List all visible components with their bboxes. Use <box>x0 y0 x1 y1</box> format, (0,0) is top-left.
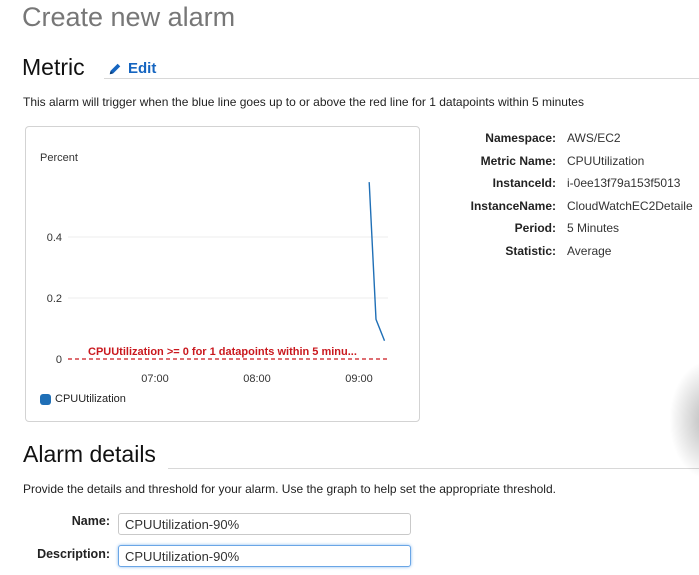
threshold-label: CPUUtilization >= 0 for 1 datapoints wit… <box>88 346 357 358</box>
detail-key: Statistic: <box>505 243 556 258</box>
detail-row: Namespace: AWS/EC2 <box>448 131 699 149</box>
detail-value: i-0ee13f79a153f5013 <box>567 176 681 190</box>
legend-swatch <box>40 393 51 405</box>
metric-section-heading: Metric <box>22 54 85 80</box>
name-label: Name: <box>71 514 110 528</box>
edit-link-label: Edit <box>128 60 157 77</box>
alarm-details-description: Provide the details and threshold for yo… <box>23 482 556 496</box>
y-tick-label: 0.4 <box>47 232 62 244</box>
alarm-details-heading: Alarm details <box>23 441 156 467</box>
detail-row: Metric Name: CPUUtilization <box>448 154 699 172</box>
chart-grid <box>68 236 388 299</box>
y-tick-label: 0 <box>56 354 62 366</box>
detail-key: Metric Name: <box>480 153 556 168</box>
detail-row: InstanceName: CloudWatchEC2Detaile <box>448 199 699 217</box>
chart-legend[interactable]: CPUUtilization <box>40 393 126 405</box>
detail-row: Statistic: Average <box>448 244 699 262</box>
edge-shadow <box>669 360 699 480</box>
detail-row: InstanceId: i-0ee13f79a153f5013 <box>448 176 699 194</box>
edit-metric-link[interactable]: Edit <box>108 60 156 77</box>
legend-label: CPUUtilization <box>55 393 126 405</box>
alarm-divider <box>168 468 699 469</box>
page-title: Create new alarm <box>22 2 236 32</box>
threshold-layer: CPUUtilization >= 0 for 1 datapoints wit… <box>68 346 388 360</box>
description-label: Description: <box>37 547 110 561</box>
metric-chart: Percent 0 0.2 0.4 07:00 08:00 09:00 CPUUtili… <box>25 126 420 422</box>
detail-key: Namespace: <box>485 131 556 145</box>
detail-row: Period: 5 Minutes <box>448 221 699 239</box>
alarm-name-input[interactable] <box>118 513 411 535</box>
series-layer <box>368 182 386 341</box>
detail-key: InstanceName: <box>470 198 556 213</box>
y-axis-label: Percent <box>40 152 78 164</box>
pencil-icon <box>109 63 121 74</box>
x-tick-label: 07:00 <box>141 373 169 385</box>
detail-key: InstanceId: <box>492 176 556 190</box>
y-tick-label: 0.2 <box>47 293 62 305</box>
detail-value: CloudWatchEC2Detaile <box>567 198 693 213</box>
series-line <box>368 182 386 341</box>
detail-value: AWS/EC2 <box>567 131 621 145</box>
chart-svg: Percent 0 0.2 0.4 07:00 08:00 09:00 CPUUtili… <box>40 152 388 385</box>
y-axis-ticks: 0 0.2 0.4 <box>47 232 62 366</box>
detail-value: Average <box>567 243 612 258</box>
x-tick-label: 08:00 <box>243 373 271 385</box>
metric-description: This alarm will trigger when the blue li… <box>23 95 584 109</box>
x-axis-ticks: 07:00 08:00 09:00 <box>141 373 373 385</box>
alarm-description-input[interactable] <box>118 545 411 567</box>
detail-value: 5 Minutes <box>567 221 620 235</box>
detail-value: CPUUtilization <box>567 153 645 168</box>
detail-key: Period: <box>514 221 556 235</box>
x-tick-label: 09:00 <box>345 373 373 385</box>
metric-divider <box>104 78 699 79</box>
